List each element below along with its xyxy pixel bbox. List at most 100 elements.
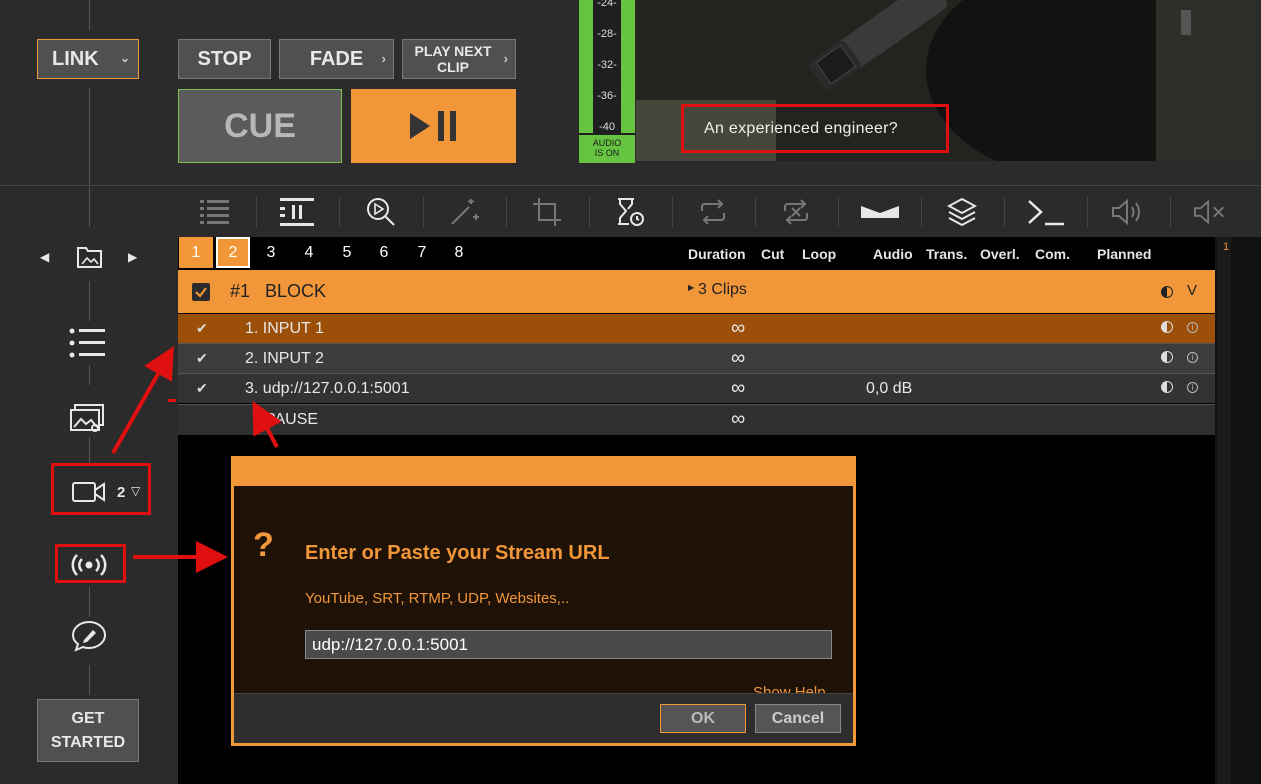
get-started-button[interactable]: GET STARTED [37, 699, 139, 762]
crop-icon[interactable] [530, 195, 564, 229]
check-icon [195, 287, 207, 298]
link-dropdown-button[interactable]: LINK ⌄ [37, 39, 139, 79]
tab-8[interactable]: 8 [442, 237, 476, 268]
audio-on-label: AUDIO [592, 138, 622, 148]
column-planned[interactable]: Planned [1097, 246, 1151, 262]
ok-button[interactable]: OK [660, 704, 746, 733]
separator [838, 197, 839, 227]
media-library-icon[interactable] [69, 402, 107, 439]
divider [89, 665, 90, 695]
audio-level-meter: -24- -28- -32- -36- -40 AUDIO IS ON [579, 0, 635, 163]
block-header-row[interactable]: #1 BLOCK ▶ 3 Clips V [178, 270, 1215, 313]
meter-bar-right [621, 0, 635, 133]
table-row[interactable]: ✔ 3. udp://127.0.0.1:5001 ∞ 0,0 dB i [178, 373, 1215, 403]
play-pause-icon [409, 111, 456, 141]
terminal-icon[interactable] [1026, 195, 1066, 229]
contrast-icon[interactable] [1161, 381, 1173, 393]
pause-row[interactable]: PAUSE ∞ [178, 404, 1215, 435]
collapse-chevron-icon[interactable]: V [1187, 282, 1197, 299]
tab-6[interactable]: 6 [367, 237, 401, 268]
info-icon[interactable]: i [1187, 352, 1198, 363]
layers-icon[interactable] [945, 195, 979, 229]
row-duration: ∞ [731, 347, 746, 369]
separator [1170, 197, 1171, 227]
info-icon[interactable]: i [1187, 382, 1198, 393]
top-control-bar: LINK ⌄ STOP FADE › PLAY NEXT CLIP › CUE [0, 0, 1261, 186]
separator [755, 197, 756, 227]
tab-2[interactable]: 2 [216, 237, 250, 268]
divider [89, 88, 90, 186]
stop-label: STOP [197, 47, 252, 70]
timer-icon[interactable] [613, 195, 647, 229]
column-loop[interactable]: Loop [802, 246, 836, 262]
row-marker [168, 399, 176, 402]
repeat-icon[interactable] [696, 195, 730, 229]
column-audio[interactable]: Audio [873, 246, 913, 262]
tab-1[interactable]: 1 [179, 237, 213, 268]
column-cut[interactable]: Cut [761, 246, 784, 262]
play-next-label: PLAY NEXT [414, 43, 492, 59]
info-icon[interactable]: i [1187, 322, 1198, 333]
block-checkbox[interactable] [192, 283, 210, 301]
row-duration: ∞ [731, 377, 746, 399]
repeat-off-icon[interactable] [779, 195, 813, 229]
timeline-ruler [1217, 237, 1231, 784]
contrast-icon[interactable] [1161, 351, 1173, 363]
stop-button[interactable]: STOP [178, 39, 271, 79]
block-number: #1 [230, 281, 251, 301]
transition-icon[interactable] [860, 195, 900, 229]
chevron-down-icon: ⌄ [119, 51, 130, 65]
comment-edit-icon[interactable] [71, 620, 107, 657]
search-play-icon[interactable] [364, 195, 398, 229]
check-icon[interactable]: ✔ [196, 320, 208, 337]
folder-image-icon[interactable] [76, 244, 103, 274]
separator [256, 197, 257, 227]
volume-icon[interactable] [1111, 195, 1145, 229]
meter-tick: -28- [597, 28, 617, 40]
meter-tick: -32- [597, 59, 617, 71]
column-overl[interactable]: Overl. [980, 246, 1020, 262]
tab-7[interactable]: 7 [405, 237, 439, 268]
arrow-right-icon[interactable]: ▶ [128, 250, 137, 264]
play-next-clip-button[interactable]: PLAY NEXT CLIP › [402, 39, 516, 79]
list-icon[interactable] [69, 327, 105, 364]
stream-url-input[interactable]: udp://127.0.0.1:5001 [305, 630, 832, 659]
column-trans[interactable]: Trans. [926, 246, 967, 262]
tab-5[interactable]: 5 [330, 237, 364, 268]
separator [1087, 197, 1088, 227]
check-icon[interactable]: ✔ [196, 380, 208, 397]
contrast-icon[interactable] [1161, 286, 1173, 298]
contrast-icon[interactable] [1161, 321, 1173, 333]
magic-wand-icon[interactable] [447, 195, 481, 229]
cancel-button[interactable]: Cancel [755, 704, 841, 733]
separator [339, 197, 340, 227]
audio-is-on-indicator: AUDIO IS ON [579, 135, 635, 163]
mute-icon[interactable] [1193, 195, 1227, 229]
pause-list-icon[interactable] [280, 195, 314, 229]
arrow-left-icon[interactable]: ◀ [40, 250, 49, 264]
list-view-icon[interactable] [198, 195, 232, 229]
chevron-right-icon: › [503, 51, 508, 66]
fade-button[interactable]: FADE › [279, 39, 394, 79]
dialog-titlebar[interactable] [231, 456, 856, 486]
table-row[interactable]: ✔ 2. INPUT 2 ∞ i [178, 343, 1215, 373]
left-sidebar: ◀ ▶ 2 ▽ [0, 187, 178, 784]
play-pause-button[interactable] [351, 89, 516, 163]
column-duration[interactable]: Duration [688, 246, 746, 262]
divider [89, 587, 90, 617]
right-timeline-strip: 1 [1215, 237, 1261, 784]
check-icon[interactable]: ✔ [196, 350, 208, 367]
tab-4[interactable]: 4 [292, 237, 326, 268]
stream-highlight-box [55, 544, 126, 583]
separator [921, 197, 922, 227]
column-com[interactable]: Com. [1035, 246, 1070, 262]
cue-button[interactable]: CUE [178, 89, 342, 163]
expand-triangle-icon[interactable]: ▶ [688, 283, 694, 292]
playlist-tabs: 1 2 3 4 5 6 7 8 Duration Cut Loop Audio … [178, 237, 1215, 269]
play-next-label-clip: CLIP [437, 59, 469, 75]
meter-tick: -24- [597, 0, 617, 9]
table-row[interactable]: ✔ 1. INPUT 1 ∞ i [178, 314, 1215, 344]
pause-label: PAUSE [265, 411, 319, 428]
tab-3[interactable]: 3 [254, 237, 288, 268]
dialog-heading: Enter or Paste your Stream URL [305, 542, 610, 564]
